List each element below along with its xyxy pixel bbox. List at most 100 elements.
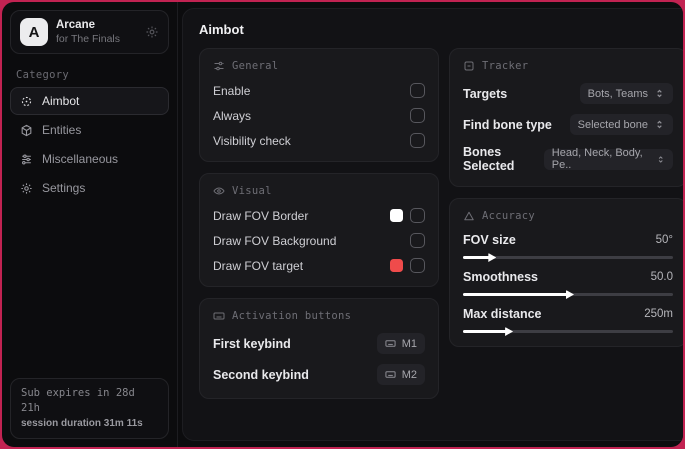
- setting-row: Draw FOV target: [213, 258, 425, 273]
- setting-label: FOV size: [463, 233, 516, 247]
- visual-card: Visual Draw FOV Border Draw FOV Backgrou…: [199, 173, 439, 287]
- dropdown-value: Selected bone: [577, 118, 648, 131]
- slider-fill[interactable]: [463, 293, 568, 296]
- setting-label: Targets: [463, 86, 508, 101]
- sidebar-item-aimbot[interactable]: Aimbot: [10, 87, 169, 115]
- session-duration-text: session duration 31m 11s: [21, 417, 143, 429]
- slider-value: 50.0: [650, 271, 673, 283]
- sidebar-item-miscellaneous[interactable]: Miscellaneous: [10, 145, 169, 173]
- always-checkbox[interactable]: [410, 108, 425, 123]
- chevron-up-down-icon: [658, 155, 663, 163]
- app-subtitle: for The Finals: [56, 32, 120, 45]
- main-area: Aimbot General Enable Always Visibility …: [178, 2, 683, 447]
- setting-row: Draw FOV Border: [213, 208, 425, 223]
- category-label: Category: [16, 69, 69, 81]
- slider-row: Max distance 250m: [463, 307, 673, 333]
- slider-value: 250m: [644, 308, 673, 320]
- setting-row: Bones Selected Head, Neck, Body, Pe..: [463, 145, 673, 173]
- keyboard-icon: [213, 312, 225, 320]
- sidebar-item-label: Aimbot: [42, 94, 80, 108]
- sidebar: A Arcane for The Finals Category Aimbot: [2, 2, 178, 447]
- setting-label: Enable: [213, 83, 251, 98]
- subscription-info: Sub expires in 28d 21h session duration …: [10, 378, 169, 439]
- slider-row: Smoothness 50.0: [463, 270, 673, 296]
- card-title: Visual: [232, 185, 272, 197]
- keyboard-icon: [385, 371, 396, 378]
- app-header: A Arcane for The Finals: [10, 10, 169, 54]
- slider-fill[interactable]: [463, 330, 508, 333]
- setting-label: First keybind: [213, 336, 291, 351]
- draw-fov-target-checkbox[interactable]: [410, 258, 425, 273]
- sidebar-item-label: Entities: [42, 123, 82, 137]
- sidebar-item-label: Miscellaneous: [42, 152, 119, 166]
- second-keybind-button[interactable]: M2: [376, 364, 425, 385]
- fov-size-slider[interactable]: [463, 256, 673, 259]
- setting-label: Max distance: [463, 307, 542, 321]
- slider-row: FOV size 50°: [463, 233, 673, 259]
- slider-value: 50°: [655, 234, 673, 246]
- sidebar-item-entities[interactable]: Entities: [10, 116, 169, 144]
- content-panel: Aimbot General Enable Always Visibility …: [182, 8, 683, 441]
- slider-fill[interactable]: [463, 256, 491, 259]
- keybind-value: M2: [401, 368, 417, 381]
- enable-checkbox[interactable]: [410, 83, 425, 98]
- general-card: General Enable Always Visibility check: [199, 48, 439, 162]
- gear-icon[interactable]: [145, 25, 159, 39]
- gear-icon: [21, 182, 32, 194]
- keyboard-icon: [385, 340, 396, 347]
- bones-selected-dropdown[interactable]: Head, Neck, Body, Pe..: [543, 147, 673, 171]
- sliders-icon: [22, 154, 31, 164]
- draw-fov-background-checkbox[interactable]: [410, 233, 425, 248]
- draw-fov-border-checkbox[interactable]: [410, 208, 425, 223]
- first-keybind-button[interactable]: M1: [376, 333, 425, 354]
- sidebar-item-label: Settings: [42, 181, 86, 195]
- sidebar-nav: Aimbot Entities Miscellaneous Settings: [2, 87, 177, 202]
- sidebar-item-settings[interactable]: Settings: [10, 174, 169, 202]
- fov-border-color-swatch[interactable]: [390, 209, 403, 222]
- tracker-card: Tracker Targets Bots, Teams Find bone ty…: [449, 48, 683, 187]
- eye-icon: [213, 187, 225, 195]
- setting-row: Targets Bots, Teams: [463, 83, 673, 104]
- setting-label: Bones Selected: [463, 145, 515, 173]
- chevron-up-down-icon: [657, 120, 662, 129]
- setting-row: Second keybind M2: [213, 364, 425, 385]
- setting-row: Always: [213, 108, 425, 123]
- card-title: General: [232, 60, 279, 72]
- card-title: Accuracy: [482, 210, 535, 222]
- setting-label: Second keybind: [213, 367, 309, 382]
- chevron-up-down-icon: [657, 89, 662, 98]
- fov-target-color-swatch[interactable]: [390, 259, 403, 272]
- accuracy-card: Accuracy FOV size 50° Smoothness 50.0 Ma…: [449, 198, 683, 347]
- setting-label: Smoothness: [463, 270, 539, 284]
- setting-row: Find bone type Selected bone: [463, 114, 673, 135]
- triangle-icon: [464, 211, 474, 221]
- setting-label: Find bone type: [463, 117, 552, 132]
- app-window: A Arcane for The Finals Category Aimbot: [2, 2, 683, 447]
- setting-row: Draw FOV Background: [213, 233, 425, 248]
- scan-icon: [464, 61, 474, 71]
- tune-icon: [214, 61, 224, 71]
- targets-dropdown[interactable]: Bots, Teams: [579, 83, 673, 104]
- sub-expiry-text: Sub expires in 28d 21h: [21, 387, 135, 415]
- app-logo: A: [20, 16, 51, 46]
- activation-buttons-card: Activation buttons First keybind M1 Seco…: [199, 298, 439, 399]
- setting-label: Draw FOV Background: [213, 233, 337, 248]
- smoothness-slider[interactable]: [463, 293, 673, 296]
- setting-row: First keybind M1: [213, 333, 425, 354]
- visibility-check-checkbox[interactable]: [410, 133, 425, 148]
- setting-row: Enable: [213, 83, 425, 98]
- setting-label: Draw FOV target: [213, 258, 304, 273]
- cube-icon: [21, 124, 32, 136]
- setting-label: Visibility check: [213, 133, 291, 148]
- crosshair-icon: [21, 96, 32, 106]
- setting-label: Always: [213, 108, 252, 123]
- card-title: Tracker: [482, 60, 529, 72]
- find-bone-type-dropdown[interactable]: Selected bone: [569, 114, 673, 135]
- keybind-value: M1: [401, 337, 417, 350]
- dropdown-value: Bots, Teams: [587, 87, 648, 100]
- setting-label: Draw FOV Border: [213, 208, 309, 223]
- app-name: Arcane: [56, 19, 95, 32]
- max-distance-slider[interactable]: [463, 330, 673, 333]
- page-title: Aimbot: [199, 22, 244, 37]
- dropdown-value: Head, Neck, Body, Pe..: [551, 147, 643, 171]
